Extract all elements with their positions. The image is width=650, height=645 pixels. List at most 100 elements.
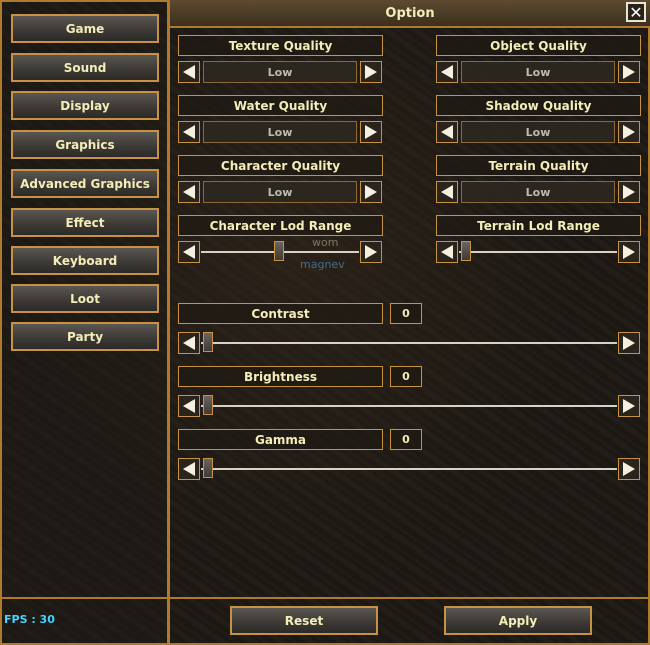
terrain-quality-prev-button[interactable] xyxy=(436,181,458,203)
terrain-lod-range-prev-button[interactable] xyxy=(436,241,458,263)
arrow-left-icon xyxy=(183,245,195,259)
terrain-lod-range-track[interactable] xyxy=(459,251,617,253)
arrow-left-icon xyxy=(183,185,195,199)
terrain-quality-label: Terrain Quality xyxy=(436,155,641,176)
contrast-label: Contrast xyxy=(178,303,383,324)
reset-button-label: Reset xyxy=(284,613,324,628)
brightness-track[interactable] xyxy=(201,405,617,407)
menu-item-label: Game xyxy=(65,21,105,36)
water-quality-label-text: Water Quality xyxy=(233,98,328,113)
character-quality-value-text: Low xyxy=(267,185,293,199)
gamma-value-text: 0 xyxy=(402,433,410,446)
contrast-prev-button[interactable] xyxy=(178,332,200,354)
menu-item-game[interactable]: Game xyxy=(11,14,159,43)
gamma-next-button[interactable] xyxy=(618,458,640,480)
character-lod-range-prev-button[interactable] xyxy=(178,241,200,263)
arrow-left-icon xyxy=(183,65,195,79)
terrain-lod-range-next-button[interactable] xyxy=(618,241,640,263)
character-lod-range-next-button[interactable] xyxy=(360,241,382,263)
contrast-track[interactable] xyxy=(201,342,617,344)
gamma-prev-button[interactable] xyxy=(178,458,200,480)
water-quality-label: Water Quality xyxy=(178,95,383,116)
menu-item-display[interactable]: Display xyxy=(11,91,159,120)
title-bar: Option ✕ xyxy=(170,0,650,28)
character-lod-range-slider-thumb[interactable] xyxy=(274,241,284,261)
character-quality-value: Low xyxy=(203,181,357,203)
brightness-prev-button[interactable] xyxy=(178,395,200,417)
menu-item-loot[interactable]: Loot xyxy=(11,284,159,313)
gamma-label-text: Gamma xyxy=(254,432,307,447)
menu-item-effect[interactable]: Effect xyxy=(11,208,159,237)
character-quality-prev-button[interactable] xyxy=(178,181,200,203)
arrow-right-icon xyxy=(623,245,635,259)
character-lod-range-label-text: Character Lod Range xyxy=(209,218,352,233)
terrain-lod-range-label: Terrain Lod Range xyxy=(436,215,641,236)
shadow-quality-value-text: Low xyxy=(525,125,551,139)
menu-item-graphics[interactable]: Graphics xyxy=(11,130,159,159)
menu-item-keyboard[interactable]: Keyboard xyxy=(11,246,159,275)
arrow-right-icon xyxy=(623,185,635,199)
arrow-left-icon xyxy=(183,125,195,139)
brightness-slider-thumb[interactable] xyxy=(203,395,213,415)
character-quality-next-button[interactable] xyxy=(360,181,382,203)
terrain-quality-next-button[interactable] xyxy=(618,181,640,203)
object-quality-prev-button[interactable] xyxy=(436,61,458,83)
character-quality-label-text: Character Quality xyxy=(220,158,341,173)
object-quality-value-text: Low xyxy=(525,65,551,79)
object-quality-label: Object Quality xyxy=(436,35,641,56)
arrow-left-icon xyxy=(183,399,195,413)
gamma-value: 0 xyxy=(390,429,422,450)
background-text-wom: wom xyxy=(312,236,339,249)
menu-item-label: Sound xyxy=(63,60,107,75)
texture-quality-value: Low xyxy=(203,61,357,83)
terrain-lod-range-label-text: Terrain Lod Range xyxy=(477,218,600,233)
brightness-next-button[interactable] xyxy=(618,395,640,417)
texture-quality-prev-button[interactable] xyxy=(178,61,200,83)
contrast-value: 0 xyxy=(390,303,422,324)
menu-item-advanced-graphics[interactable]: Advanced Graphics xyxy=(11,169,159,198)
texture-quality-next-button[interactable] xyxy=(360,61,382,83)
gamma-slider-thumb[interactable] xyxy=(203,458,213,478)
arrow-left-icon xyxy=(183,336,195,350)
gamma-track[interactable] xyxy=(201,468,617,470)
object-quality-label-text: Object Quality xyxy=(490,38,587,53)
shadow-quality-label-text: Shadow Quality xyxy=(485,98,592,113)
apply-button-label: Apply xyxy=(498,613,538,628)
brightness-label-text: Brightness xyxy=(243,369,317,384)
brightness-label: Brightness xyxy=(178,366,383,387)
footer-divider xyxy=(0,597,650,599)
shadow-quality-prev-button[interactable] xyxy=(436,121,458,143)
arrow-right-icon xyxy=(623,399,635,413)
contrast-next-button[interactable] xyxy=(618,332,640,354)
arrow-right-icon xyxy=(365,185,377,199)
arrow-right-icon xyxy=(365,245,377,259)
menu-item-label: Party xyxy=(66,329,104,344)
texture-quality-label-text: Texture Quality xyxy=(228,38,333,53)
menu-item-party[interactable]: Party xyxy=(11,322,159,351)
arrow-left-icon xyxy=(441,65,453,79)
texture-quality-label: Texture Quality xyxy=(178,35,383,56)
water-quality-value: Low xyxy=(203,121,357,143)
arrow-right-icon xyxy=(623,336,635,350)
menu-item-sound[interactable]: Sound xyxy=(11,53,159,82)
object-quality-next-button[interactable] xyxy=(618,61,640,83)
arrow-left-icon xyxy=(441,125,453,139)
apply-button[interactable]: Apply xyxy=(444,606,592,635)
water-quality-next-button[interactable] xyxy=(360,121,382,143)
shadow-quality-next-button[interactable] xyxy=(618,121,640,143)
reset-button[interactable]: Reset xyxy=(230,606,378,635)
shadow-quality-label: Shadow Quality xyxy=(436,95,641,116)
window-title: Option xyxy=(385,5,435,21)
water-quality-prev-button[interactable] xyxy=(178,121,200,143)
close-button[interactable]: ✕ xyxy=(626,2,646,22)
fps-counter: FPS : 30 xyxy=(4,613,55,626)
contrast-slider-thumb[interactable] xyxy=(203,332,213,352)
brightness-value: 0 xyxy=(390,366,422,387)
menu-item-label: Effect xyxy=(65,215,105,230)
shadow-quality-value: Low xyxy=(461,121,615,143)
contrast-label-text: Contrast xyxy=(251,306,310,321)
arrow-left-icon xyxy=(441,245,453,259)
arrow-right-icon xyxy=(623,462,635,476)
object-quality-value: Low xyxy=(461,61,615,83)
terrain-lod-range-slider-thumb[interactable] xyxy=(461,241,471,261)
